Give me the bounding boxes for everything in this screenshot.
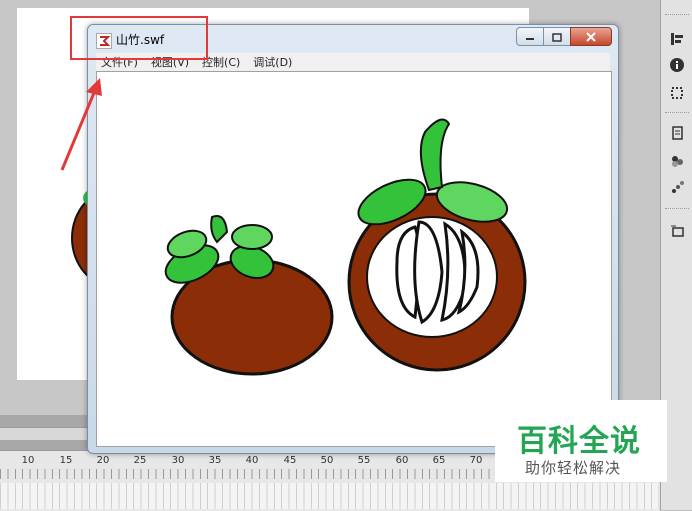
ruler-label: 35 [208,455,222,466]
ruler-label: 25 [133,455,147,466]
toolbar-divider [665,208,689,211]
ruler-label: 10 [21,455,35,466]
ruler-label: 65 [432,455,446,466]
restore-icon[interactable] [543,27,571,46]
cut-mangosteen [347,118,527,372]
toolbar-divider [665,112,689,115]
scene-icon[interactable] [668,222,686,240]
swf-canvas [96,71,612,447]
ruler-label: 20 [96,455,110,466]
toolbar-divider [665,14,689,17]
ruler-label: 70 [469,455,483,466]
minimize-icon[interactable] [516,27,544,46]
mangosteen-artwork [164,118,527,376]
watermark-title: 百科全说 [517,424,641,459]
align-icon[interactable] [668,30,686,48]
components-icon[interactable] [668,152,686,170]
ruler-label: 50 [320,455,334,466]
pointer-arrow [60,78,102,171]
ruler-label: 30 [171,455,185,466]
window-controls [516,27,612,46]
library-icon[interactable] [668,124,686,142]
info-icon[interactable] [668,56,686,74]
ruler-label: 40 [245,455,259,466]
timeline-frames[interactable] [0,483,660,509]
watermark-subtitle: 助你轻松解决 [525,459,622,477]
motion-icon[interactable] [668,178,686,196]
close-icon[interactable] [570,27,612,46]
ruler-label: 15 [59,455,73,466]
flash-player-window: 山竹.swf 文件(F) 视图(V) 控制(C) 调试(D) [87,24,619,454]
baike-watermark: 百科全说 助你轻松解决 [495,400,667,482]
ruler-label: 45 [283,455,297,466]
menu-debug[interactable]: 调试(D) [253,54,292,70]
transform-icon[interactable] [668,84,686,102]
ruler-label: 60 [395,455,409,466]
ruler-label: 55 [357,455,371,466]
